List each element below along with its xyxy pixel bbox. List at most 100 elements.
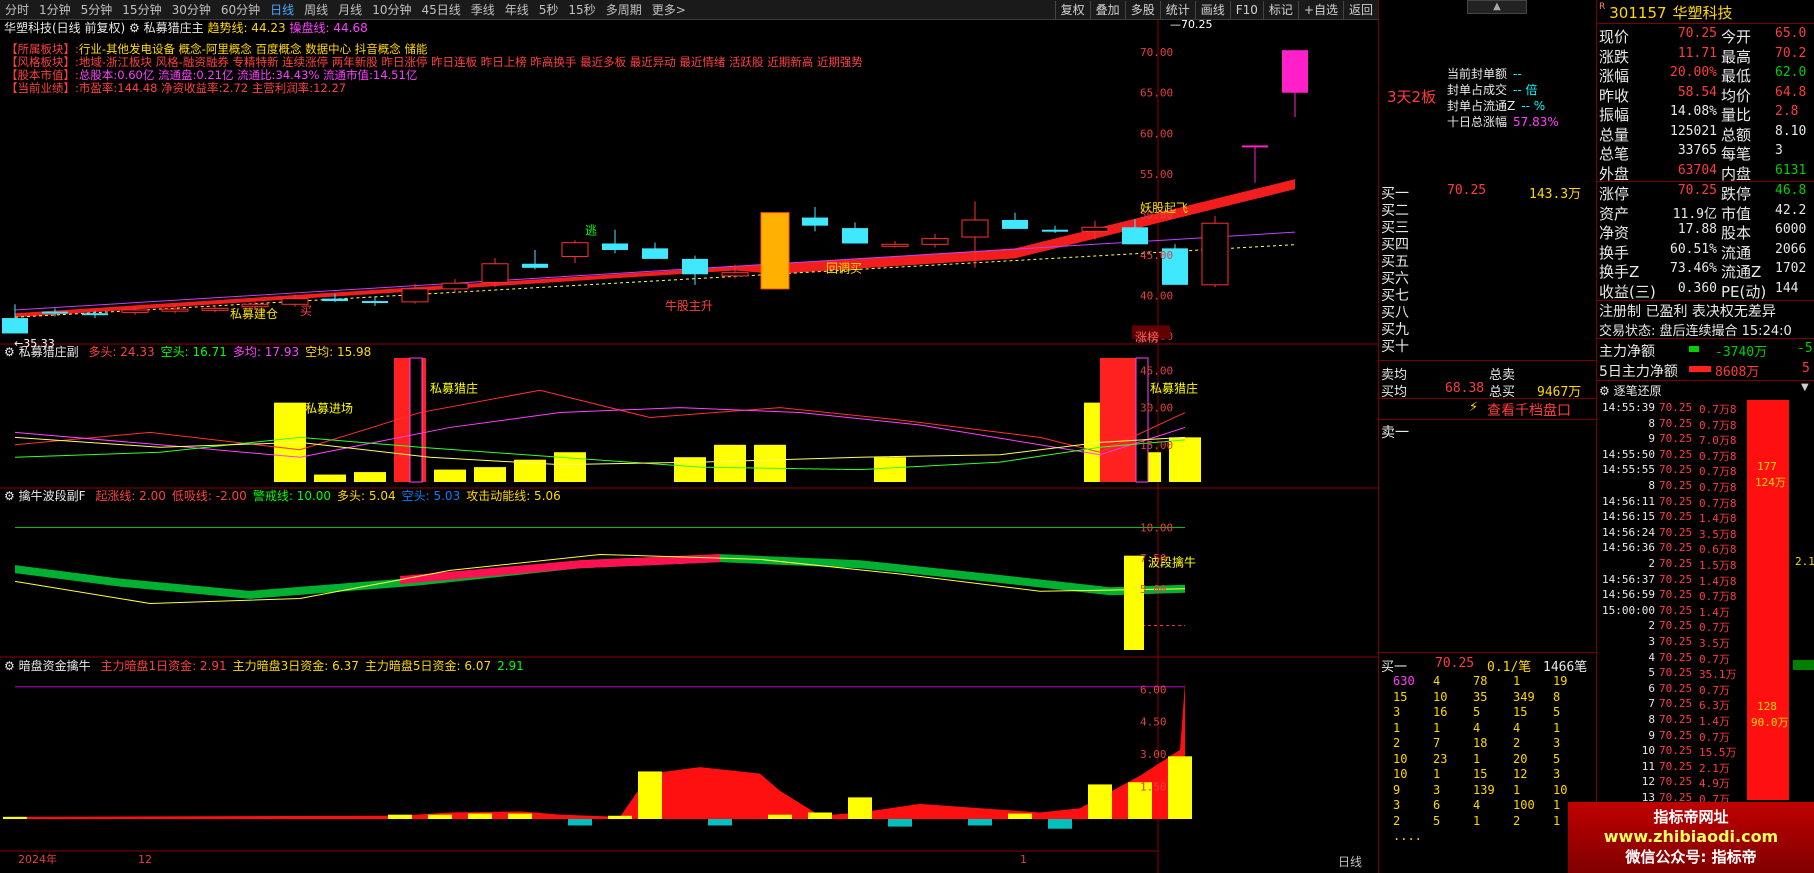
tick-time: 5	[1648, 666, 1655, 680]
ticks-title-text: 逐笔还原	[1613, 384, 1662, 398]
period-tab[interactable]: 更多>	[647, 0, 691, 20]
candle	[561, 240, 589, 263]
net5-bar	[1689, 366, 1711, 372]
quote-value: 20.00%	[1670, 65, 1717, 80]
watermark-line1: 指标帝网址	[1653, 808, 1729, 826]
candle	[201, 305, 229, 313]
quote-key2: 每笔	[1721, 145, 1752, 163]
indicator-value: 多均: 17.93	[232, 345, 300, 359]
sub3-bar	[968, 819, 992, 826]
tick-time: 14:56:15	[1602, 510, 1655, 524]
candle	[1201, 215, 1229, 288]
tool-button[interactable]: 叠加	[1089, 0, 1125, 19]
period-tab[interactable]: 5秒	[534, 0, 564, 20]
sub3-name[interactable]: 暗盘资金擒牛	[19, 659, 91, 673]
tool-button[interactable]: 统计	[1159, 0, 1195, 19]
period-tab[interactable]: 15分钟	[117, 0, 166, 20]
tick-price: 70.25	[1659, 447, 1693, 461]
tick-volume: 0.7万	[1699, 730, 1730, 744]
candle	[522, 249, 548, 270]
period-tab[interactable]: 15秒	[563, 0, 600, 20]
quote-value2: 8.10	[1775, 123, 1807, 139]
tick-price: 70.25	[1659, 416, 1693, 430]
quote-key2: PE(动)	[1721, 282, 1767, 301]
tick-time: 14:56:36	[1602, 541, 1655, 555]
sub2-name[interactable]: 擒牛波段副F	[19, 489, 86, 503]
tick-volume: 0.6万8	[1699, 543, 1737, 557]
buy-avg: 68.38	[1445, 381, 1485, 396]
period-tab[interactable]: 30分钟	[167, 0, 216, 20]
quote-key: 收益(三)	[1599, 282, 1656, 301]
y-tick: 40.00	[1140, 289, 1173, 302]
sub1-bar	[314, 474, 346, 482]
period-tab[interactable]: 分时	[0, 0, 34, 20]
gear-icon[interactable]: ⚙	[129, 21, 140, 35]
trade-status: 交易状态: 盘后连续撮合 15:24:0	[1599, 324, 1792, 339]
annotation-label: 逃	[585, 224, 597, 238]
main-net-label: 主力净额	[1599, 344, 1655, 360]
period-tab[interactable]: 45日线	[416, 0, 465, 20]
tool-button[interactable]: F10	[1229, 0, 1263, 19]
kline-chart: —70.2570.0065.0060.0055.0050.0045.0040.0…	[0, 20, 1378, 873]
quote-key: 振幅	[1599, 106, 1630, 124]
sub3-bar	[708, 819, 732, 826]
tool-button[interactable]: 多股	[1124, 0, 1160, 19]
indicator-value: 攻击动能线: 5.06	[466, 489, 561, 503]
queue-cell: 8	[1553, 689, 1561, 704]
tick-volume: 0.7万	[1699, 621, 1730, 635]
queue-cell: 2	[1393, 736, 1401, 750]
queue-cell: 5	[1553, 705, 1561, 719]
annotation-label: 涨榜	[1135, 330, 1159, 345]
y-tick: 65.00	[1140, 87, 1173, 100]
orderbook-link[interactable]: 查看千档盘口	[1487, 400, 1571, 420]
collapse-handle[interactable]: ▲	[1467, 0, 1527, 14]
queue-cell: 4	[1473, 720, 1481, 735]
sub1-name[interactable]: 私募猎庄副	[19, 345, 79, 359]
period-tab[interactable]: 10分钟	[367, 0, 416, 20]
sub3-bar	[848, 797, 872, 819]
queue-cell: 1	[1393, 720, 1401, 735]
tool-button[interactable]: +自选	[1297, 0, 1343, 19]
period-tab[interactable]: 60分钟	[216, 0, 265, 20]
y-tick: 10.00	[1140, 522, 1173, 535]
quote-key2: 量比	[1721, 106, 1752, 124]
sub1-bar	[434, 469, 466, 482]
tick-volume: 0.7万8	[1699, 496, 1737, 510]
tick-time: 6	[1648, 681, 1655, 695]
tool-button[interactable]: 复权	[1054, 0, 1090, 19]
queue-price: 70.25	[1435, 656, 1475, 671]
gear-icon[interactable]: ⚙	[4, 489, 15, 503]
period-tab[interactable]: 季线	[466, 0, 500, 20]
sub1-bar	[674, 457, 706, 482]
period-tab[interactable]: 1分钟	[34, 0, 76, 20]
sub3-area	[15, 682, 1185, 819]
indicator-name[interactable]: 私募猎庄主	[144, 21, 204, 35]
tick-price: 70.25	[1659, 557, 1693, 570]
tool-button[interactable]: 标记	[1262, 0, 1298, 19]
gear-icon[interactable]: ⚙	[4, 659, 15, 673]
quote-key: 总笔	[1599, 145, 1630, 163]
chevron-down-icon[interactable]: ▼	[1801, 382, 1809, 393]
period-tab[interactable]: 周线	[299, 0, 333, 20]
queue-cell: 23	[1433, 751, 1448, 766]
period-tab[interactable]: 月线	[333, 0, 367, 20]
quote-key: 涨幅	[1599, 67, 1630, 85]
quote-key: 换手Z	[1599, 263, 1640, 281]
gear-icon[interactable]: ⚙	[1599, 384, 1614, 398]
tool-button[interactable]: 画线	[1194, 0, 1230, 19]
queue-cell: 100	[1513, 798, 1535, 812]
tick-volume: 1.4万	[1699, 715, 1730, 728]
tick-time: 2	[1648, 619, 1655, 633]
tool-button[interactable]: 返回	[1342, 0, 1378, 19]
gear-icon[interactable]: ⚙	[4, 345, 15, 359]
tick-time: 10	[1641, 744, 1655, 758]
period-tab[interactable]: 5分钟	[76, 0, 118, 20]
tick-price: 70.25	[1659, 494, 1693, 508]
ticks-title[interactable]: ⚙ 逐笔还原	[1599, 382, 1662, 399]
tick-volume: 0.7万8	[1699, 403, 1737, 416]
period-tab[interactable]: 多周期	[601, 0, 647, 20]
period-tab[interactable]: 年线	[500, 0, 534, 20]
candle	[1242, 145, 1268, 183]
indicator-value: 警戒线: 10.00	[252, 489, 332, 503]
period-tab[interactable]: 日线	[265, 0, 299, 20]
